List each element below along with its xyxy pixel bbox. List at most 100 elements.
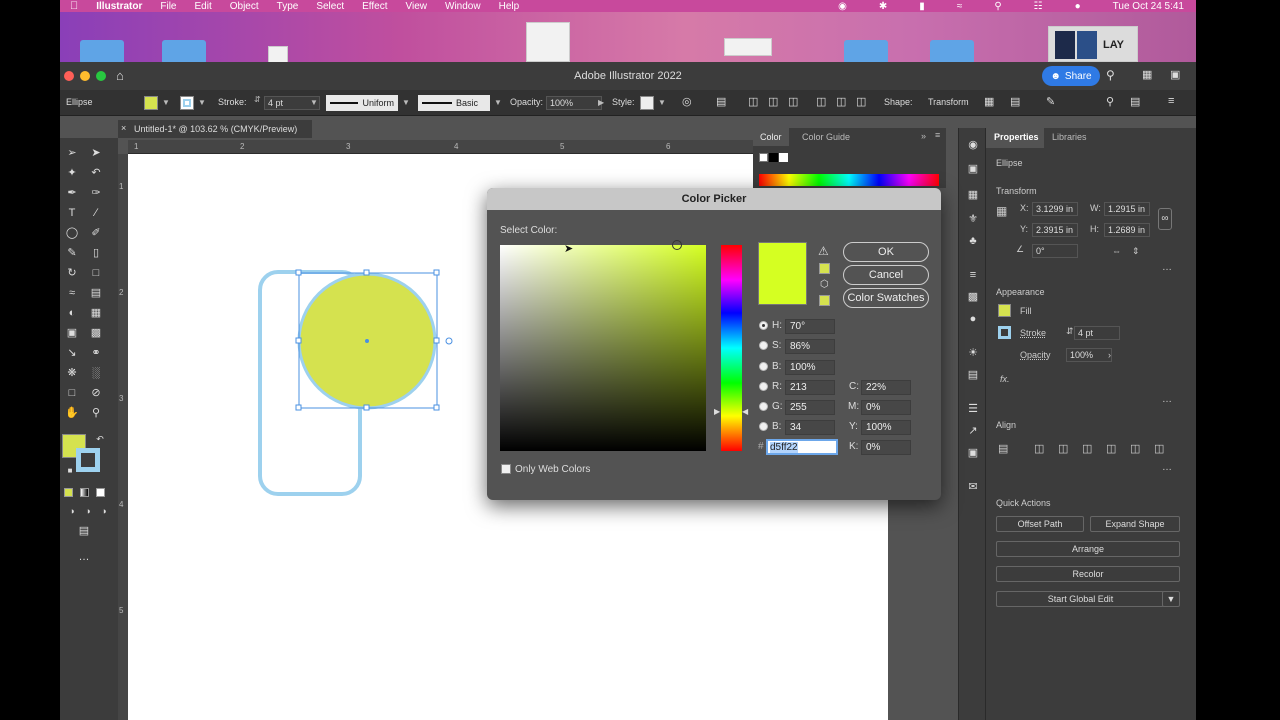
start-global-edit-button[interactable]: Start Global Edit <box>996 591 1164 607</box>
brightness-field[interactable]: 100% <box>785 360 835 375</box>
menu-icon[interactable]: ≡ <box>1168 95 1174 107</box>
menu-view[interactable]: View <box>406 1 428 12</box>
arrange-button[interactable]: Arrange <box>996 541 1180 557</box>
chevron-down-icon[interactable]: ▼ <box>494 98 502 107</box>
width-field[interactable]: 1.2915 in <box>1104 202 1150 216</box>
tab-color[interactable]: Color <box>753 128 789 146</box>
green-field[interactable]: 255 <box>785 400 835 415</box>
resize-handle[interactable] <box>363 404 370 411</box>
rotate-tool-icon[interactable]: ↻ <box>64 266 80 280</box>
color-spectrum[interactable] <box>759 174 939 186</box>
column-graph-tool-icon[interactable]: ░ <box>88 366 104 380</box>
draw-inside-icon[interactable]: ◑ <box>96 504 112 518</box>
slice-tool-icon[interactable]: ⊘ <box>88 386 104 400</box>
web-safe-color-chip[interactable] <box>819 295 830 306</box>
recolor-artwork-icon[interactable]: ◎ <box>682 95 692 108</box>
width-tool-icon[interactable]: ≈ <box>64 286 80 300</box>
opacity-field[interactable]: 100% <box>1066 348 1112 362</box>
menu-type[interactable]: Type <box>277 1 299 12</box>
offset-path-button[interactable]: Offset Path <box>996 516 1084 532</box>
draw-behind-icon[interactable]: ◑ <box>80 504 96 518</box>
bluetooth-icon[interactable]: ✱ <box>879 1 887 12</box>
stroke-color-box[interactable] <box>76 448 100 472</box>
horizontal-ruler[interactable]: 1 2 3 4 5 6 <box>128 140 818 154</box>
saturation-radio[interactable] <box>759 341 768 350</box>
fill-label[interactable]: Fill <box>1020 306 1032 316</box>
resize-handle[interactable] <box>295 337 302 344</box>
magic-wand-tool-icon[interactable]: ✦ <box>64 166 80 180</box>
align-right-icon[interactable]: ◫ <box>788 95 798 108</box>
yellow-field[interactable]: 100% <box>861 420 911 435</box>
blue-field[interactable]: 34 <box>785 420 835 435</box>
direct-selection-tool-icon[interactable]: ➤ <box>88 146 104 160</box>
more-options-icon[interactable]: … <box>1162 262 1173 273</box>
collapse-panel-icon[interactable]: » <box>921 131 926 141</box>
align-left-icon[interactable]: ◫ <box>748 95 758 108</box>
menu-help[interactable]: Help <box>499 1 520 12</box>
more-options-icon[interactable]: … <box>1162 462 1173 473</box>
pen-tool-icon[interactable]: ✒ <box>64 186 80 200</box>
black-swatch[interactable] <box>769 153 778 162</box>
menu-app-name[interactable]: Illustrator <box>96 1 142 12</box>
ok-button[interactable]: OK <box>843 242 929 262</box>
document-icon[interactable] <box>526 22 570 62</box>
swap-fill-stroke-icon[interactable]: ↶ <box>92 432 108 446</box>
transform-options-icon[interactable]: ▤ <box>1010 95 1020 108</box>
control-center-icon[interactable]: ☷ <box>1034 1 1043 12</box>
y-position-field[interactable]: 2.3915 in <box>1032 223 1078 237</box>
chevron-down-icon[interactable]: ▼ <box>310 98 318 107</box>
mesh-tool-icon[interactable]: ▣ <box>64 326 80 340</box>
paintbrush-tool-icon[interactable]: ✐ <box>88 226 104 240</box>
stroke-swatch[interactable] <box>998 326 1011 339</box>
flip-vertical-icon[interactable]: ⇕ <box>1132 246 1140 257</box>
tab-libraries[interactable]: Libraries <box>1052 132 1087 142</box>
battery-icon[interactable]: ▮ <box>919 1 925 12</box>
perspective-grid-tool-icon[interactable]: ▦ <box>88 306 104 320</box>
ellipse-tool-icon[interactable]: ◯ <box>64 226 80 240</box>
stroke-panel-icon[interactable]: ≡ <box>965 268 981 282</box>
hue-slider-handle-right[interactable]: ◀ <box>742 407 748 416</box>
shape-label[interactable]: Shape: <box>884 97 913 107</box>
chevron-down-icon[interactable]: ▼ <box>162 98 170 107</box>
draw-normal-icon[interactable]: ◑ <box>64 504 80 518</box>
menu-window[interactable]: Window <box>445 1 481 12</box>
apple-icon[interactable]:  <box>70 0 78 12</box>
stroke-label[interactable]: Stroke <box>1020 328 1046 338</box>
align-to-icon[interactable]: ▤ <box>716 95 726 108</box>
vertical-align-top-icon[interactable]: ◫ <box>1106 442 1116 455</box>
artboards-icon[interactable]: ▣ <box>965 446 981 460</box>
arrange-documents-icon[interactable]: ▦ <box>1142 68 1152 81</box>
spotlight-icon[interactable]: ⚲ <box>994 1 1001 12</box>
appearance-icon[interactable]: ☀ <box>965 346 981 360</box>
siri-icon[interactable]: ● <box>1075 1 1081 12</box>
saturation-field[interactable]: 86% <box>785 339 835 354</box>
hex-field[interactable]: d5ff22 <box>766 439 838 455</box>
brightness-radio[interactable] <box>759 362 768 371</box>
default-fill-stroke-icon[interactable]: ■ <box>62 464 78 478</box>
cyan-field[interactable]: 22% <box>861 380 911 395</box>
screen-mode-icon[interactable]: ▤ <box>76 524 92 538</box>
shape-builder-tool-icon[interactable]: ◐ <box>64 306 80 320</box>
chevron-down-icon[interactable]: ▼ <box>198 98 206 107</box>
menu-object[interactable]: Object <box>230 1 259 12</box>
stroke-label[interactable]: Stroke: <box>218 97 247 107</box>
red-field[interactable]: 213 <box>785 380 835 395</box>
horizontal-align-center-icon[interactable]: ◫ <box>1058 442 1068 455</box>
chevron-down-icon[interactable]: ▼ <box>1162 591 1180 607</box>
properties-icon[interactable]: ◉ <box>965 138 981 152</box>
stepper-icon[interactable]: ⇵ <box>1066 326 1074 337</box>
hue-slider[interactable] <box>721 245 742 451</box>
x-position-field[interactable]: 3.1299 in <box>1032 202 1078 216</box>
transparency-icon[interactable]: ● <box>965 312 981 326</box>
resize-handle[interactable] <box>433 337 440 344</box>
color-mode-icon[interactable] <box>64 488 73 497</box>
align-to-icon[interactable]: ▤ <box>998 442 1008 455</box>
reference-point-icon[interactable]: ▦ <box>996 204 1007 218</box>
expand-shape-button[interactable]: Expand Shape <box>1090 516 1180 532</box>
opacity-label[interactable]: Opacity: <box>510 97 543 107</box>
pencil-tool-icon[interactable]: ✎ <box>64 246 80 260</box>
in-gamut-color-chip[interactable] <box>819 263 830 274</box>
export-icon[interactable]: ↗ <box>965 424 981 438</box>
align-bottom-icon[interactable]: ◫ <box>856 95 866 108</box>
eyedropper-tool-icon[interactable]: ↘ <box>64 346 80 360</box>
